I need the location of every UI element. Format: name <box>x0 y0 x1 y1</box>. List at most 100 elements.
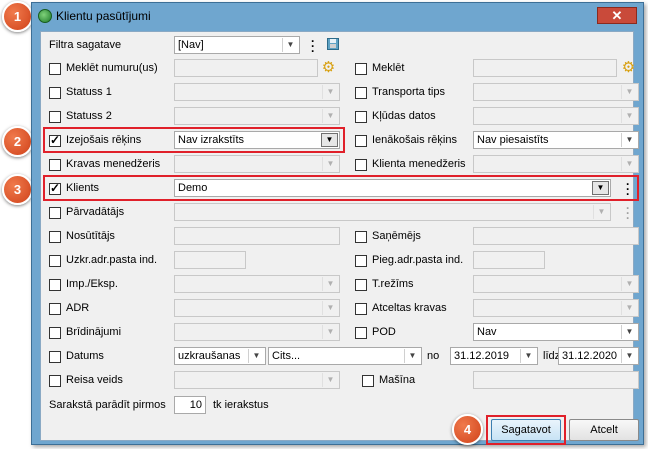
close-button[interactable]: ✕ <box>597 7 637 24</box>
carrier-checkbox[interactable] <box>49 207 61 219</box>
dialog-window: Klientu pasūtījumi ✕ Filtra sagatave [Na… <box>31 2 644 445</box>
chevron-down-icon[interactable]: ▼ <box>248 349 264 363</box>
adr-label: ADR <box>66 302 90 314</box>
vehicle-checkbox[interactable] <box>362 375 374 387</box>
delivery-postcode-input[interactable] <box>473 251 545 269</box>
transport-type-select[interactable]: ▼ <box>473 83 639 101</box>
transport-type-checkbox[interactable] <box>355 87 367 99</box>
date-to-picker[interactable]: 31.12.2020 ▼ <box>558 347 639 365</box>
status1-label: Statuss 1 <box>66 86 112 98</box>
vehicle-label: Mašīna <box>379 374 416 386</box>
highlight-outgoing-invoice <box>43 127 345 153</box>
date-period-value: Cits... <box>272 350 301 362</box>
list-count-prefix: Sarakstā parādīt pirmos <box>49 399 166 411</box>
chevron-down-icon[interactable]: ▼ <box>322 277 338 291</box>
search-number-checkbox[interactable] <box>49 63 61 75</box>
status2-checkbox[interactable] <box>49 111 61 123</box>
adr-checkbox[interactable] <box>49 303 61 315</box>
chevron-down-icon[interactable]: ▼ <box>621 277 637 291</box>
incoming-invoice-label: Ienākošais rēķins <box>372 134 457 146</box>
vehicle-input[interactable] <box>473 371 639 389</box>
receiver-input[interactable] <box>473 227 639 245</box>
save-icon[interactable] <box>327 38 339 50</box>
client-manager-select[interactable]: ▼ <box>473 155 639 173</box>
chevron-down-icon[interactable]: ▼ <box>621 325 637 339</box>
warnings-label: Brīdinājumi <box>66 326 122 338</box>
chevron-down-icon[interactable]: ▼ <box>404 349 420 363</box>
pod-select[interactable]: Nav ▼ <box>473 323 639 341</box>
transport-type-label: Transporta tips <box>372 86 445 98</box>
warnings-select[interactable]: ▼ <box>174 323 340 341</box>
chevron-down-icon[interactable]: ▼ <box>520 349 536 363</box>
delivery-postcode-checkbox[interactable] <box>355 255 367 267</box>
loading-postcode-input[interactable] <box>174 251 246 269</box>
chevron-down-icon[interactable]: ▼ <box>322 109 338 123</box>
client-manager-label: Klienta menedžeris <box>372 158 466 170</box>
chevron-down-icon[interactable]: ▼ <box>322 325 338 339</box>
gear-icon[interactable]: ⚙ <box>321 60 336 75</box>
cargo-manager-checkbox[interactable] <box>49 159 61 171</box>
chevron-down-icon[interactable]: ▼ <box>621 133 637 147</box>
client-manager-checkbox[interactable] <box>355 159 367 171</box>
trip-type-checkbox[interactable] <box>49 375 61 387</box>
chevron-down-icon[interactable]: ▼ <box>621 349 637 363</box>
chevron-down-icon[interactable]: ▼ <box>621 157 637 171</box>
sender-input[interactable] <box>174 227 340 245</box>
search-number-label: Meklēt numuru(us) <box>66 62 158 74</box>
loading-postcode-checkbox[interactable] <box>49 255 61 267</box>
t-regime-checkbox[interactable] <box>355 279 367 291</box>
receiver-checkbox[interactable] <box>355 231 367 243</box>
search-number-input[interactable] <box>174 59 318 77</box>
carrier-label: Pārvadātājs <box>66 206 125 218</box>
pod-value: Nav <box>477 326 497 338</box>
import-export-checkbox[interactable] <box>49 279 61 291</box>
sender-checkbox[interactable] <box>49 231 61 243</box>
warnings-checkbox[interactable] <box>49 327 61 339</box>
t-regime-select[interactable]: ▼ <box>473 275 639 293</box>
highlight-client <box>43 175 639 201</box>
incoming-invoice-checkbox[interactable] <box>355 135 367 147</box>
import-export-label: Imp./Eksp. <box>66 278 118 290</box>
cancelled-cargo-select[interactable]: ▼ <box>473 299 639 317</box>
status2-select[interactable]: ▼ <box>174 107 340 125</box>
chevron-down-icon[interactable]: ▼ <box>322 301 338 315</box>
list-count-value: 10 <box>189 399 202 411</box>
window-title: Klientu pasūtījumi <box>56 9 151 23</box>
data-errors-select[interactable]: ▼ <box>473 107 639 125</box>
trip-type-select[interactable]: ▼ <box>174 371 340 389</box>
chevron-down-icon[interactable]: ▼ <box>621 301 637 315</box>
cargo-manager-select[interactable]: ▼ <box>174 155 340 173</box>
chevron-down-icon[interactable]: ▼ <box>593 205 609 219</box>
more-options-icon[interactable]: · · · <box>625 202 631 224</box>
filter-template-select[interactable]: [Nav] ▼ <box>174 36 300 54</box>
step-badge-3: 3 <box>2 174 33 205</box>
status1-select[interactable]: ▼ <box>174 83 340 101</box>
chevron-down-icon[interactable]: ▼ <box>322 373 338 387</box>
date-from-picker[interactable]: 31.12.2019 ▼ <box>450 347 538 365</box>
chevron-down-icon[interactable]: ▼ <box>621 85 637 99</box>
cancelled-cargo-checkbox[interactable] <box>355 303 367 315</box>
carrier-select[interactable]: ▼ <box>174 203 611 221</box>
adr-select[interactable]: ▼ <box>174 299 340 317</box>
incoming-invoice-select[interactable]: Nav piesaistīts ▼ <box>473 131 639 149</box>
import-export-select[interactable]: ▼ <box>174 275 340 293</box>
list-count-input[interactable]: 10 <box>174 396 206 414</box>
cargo-manager-label: Kravas menedžeris <box>66 158 161 170</box>
date-type-select[interactable]: uzkraušanas ▼ <box>174 347 266 365</box>
pod-checkbox[interactable] <box>355 327 367 339</box>
search-input[interactable] <box>473 59 617 77</box>
more-options-icon[interactable]: · · · <box>310 35 316 57</box>
search-label: Meklēt <box>372 62 405 74</box>
chevron-down-icon[interactable]: ▼ <box>322 157 338 171</box>
gear-icon[interactable]: ⚙ <box>621 60 636 75</box>
data-errors-checkbox[interactable] <box>355 111 367 123</box>
status1-checkbox[interactable] <box>49 87 61 99</box>
date-checkbox[interactable] <box>49 351 61 363</box>
date-period-select[interactable]: Cits... ▼ <box>268 347 422 365</box>
chevron-down-icon[interactable]: ▼ <box>282 38 298 52</box>
chevron-down-icon[interactable]: ▼ <box>322 85 338 99</box>
date-type-value: uzkraušanas <box>178 350 241 362</box>
cancel-button[interactable]: Atcelt <box>569 419 639 441</box>
chevron-down-icon[interactable]: ▼ <box>621 109 637 123</box>
search-checkbox[interactable] <box>355 63 367 75</box>
